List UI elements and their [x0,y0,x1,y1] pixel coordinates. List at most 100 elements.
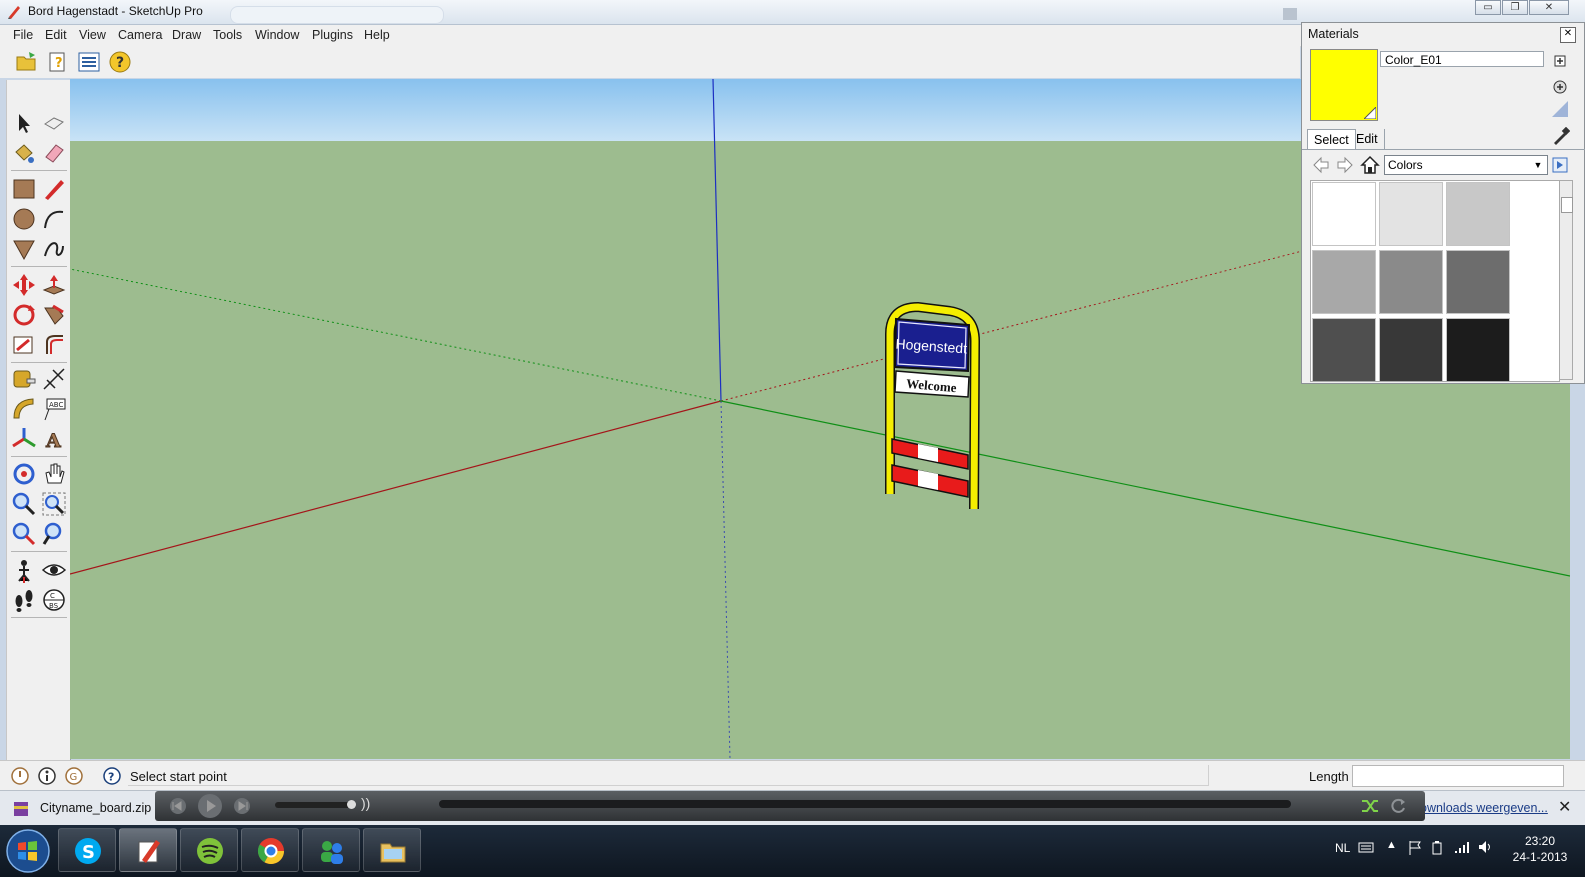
color-swatch[interactable] [1379,250,1443,314]
sample-paint-icon[interactable] [1552,127,1570,145]
pan-hand-icon[interactable] [41,461,67,487]
eraser-icon[interactable] [41,140,67,166]
model-info-icon[interactable]: ? [46,50,70,74]
volume-tray-icon[interactable] [1478,840,1494,854]
material-name-field[interactable]: Color_E01 [1380,51,1544,67]
credits-icon[interactable] [37,766,57,786]
rectangle-icon[interactable] [11,176,37,202]
axes-icon[interactable] [11,426,37,452]
menu-view[interactable]: View [79,28,106,42]
zoom-window-icon[interactable] [41,491,67,517]
materials-close-button[interactable]: ✕ [1560,27,1576,43]
open-folder-icon[interactable] [15,50,39,74]
show-hidden-icons-icon[interactable]: ▲ [1386,839,1397,851]
previous-track-icon[interactable] [167,797,189,815]
color-swatch[interactable] [1312,182,1376,246]
text-label-icon[interactable]: ABC [41,396,67,422]
default-material-icon[interactable] [1552,101,1568,117]
menu-camera[interactable]: Camera [118,28,162,42]
menu-file[interactable]: File [13,28,33,42]
color-swatch[interactable] [1446,182,1510,246]
menu-plugins[interactable]: Plugins [312,28,353,42]
circle-icon[interactable] [11,206,37,232]
add-to-model-icon[interactable] [1552,79,1568,95]
geo-location-icon[interactable] [10,766,30,786]
look-around-eye-icon[interactable] [41,557,67,583]
menu-draw[interactable]: Draw [172,28,201,42]
color-swatch[interactable] [1379,318,1443,381]
push-pull-icon[interactable] [41,272,67,298]
tape-measure-icon[interactable] [11,366,37,392]
power-tray-icon[interactable] [1430,840,1444,856]
scrollbar-thumb[interactable] [1561,197,1573,213]
next-track-icon[interactable] [231,797,253,815]
play-icon[interactable] [197,793,223,819]
color-swatch[interactable] [1379,182,1443,246]
menu-tools[interactable]: Tools [213,28,242,42]
download-file-name[interactable]: Cityname_board.zip [40,801,151,815]
zoom-extents-icon[interactable] [11,521,37,547]
keyboard-tray-icon[interactable] [1358,840,1374,854]
library-select[interactable]: Colors ▼ [1384,155,1548,175]
freehand-icon[interactable] [41,236,67,262]
volume-slider-knob[interactable] [347,800,356,809]
instructor-help-icon[interactable]: ? [102,766,122,786]
home-icon[interactable] [1360,155,1380,175]
minimize-button[interactable]: ▭ [1475,0,1501,15]
menu-window[interactable]: Window [255,28,299,42]
network-tray-icon[interactable] [1454,840,1470,854]
polygon-icon[interactable] [11,236,37,262]
taskbar-spotify[interactable] [180,828,238,872]
action-center-flag-icon[interactable] [1408,840,1422,856]
menu-edit[interactable]: Edit [45,28,67,42]
help-icon[interactable]: ? [108,50,132,74]
select-arrow-icon[interactable] [11,110,37,136]
system-clock[interactable]: 23:20 24-1-2013 [1510,833,1570,865]
close-download-bar-icon[interactable]: ✕ [1558,797,1571,817]
previous-view-icon[interactable] [41,521,67,547]
paint-bucket-icon[interactable] [11,140,37,166]
arc-icon[interactable] [41,206,67,232]
restore-button[interactable]: ❐ [1502,0,1528,15]
color-swatch[interactable] [1446,318,1510,381]
track-progress-bar[interactable] [439,800,1291,808]
tab-select[interactable]: Select [1307,129,1356,150]
swatch-scrollbar[interactable] [1559,180,1573,380]
details-arrow-icon[interactable] [1552,157,1568,173]
rotate-icon[interactable] [11,302,37,328]
volume-slider[interactable] [275,800,356,809]
color-swatch[interactable] [1312,318,1376,381]
create-material-icon[interactable] [1552,53,1568,69]
orbit-icon[interactable] [11,461,37,487]
follow-me-icon[interactable] [41,302,67,328]
volume-icon[interactable]: )) [361,795,370,811]
sign-in-icon[interactable]: G [64,766,84,786]
protractor-icon[interactable] [11,396,37,422]
forward-arrow-icon[interactable] [1336,156,1354,174]
line-pencil-icon[interactable] [41,176,67,202]
taskbar-network-users[interactable] [302,828,360,872]
current-material-swatch[interactable] [1310,49,1378,121]
shuffle-icon[interactable] [1361,797,1381,815]
offset-icon[interactable] [41,332,67,358]
start-orb-icon[interactable] [4,827,52,875]
menu-help[interactable]: Help [364,28,390,42]
taskbar-explorer[interactable] [363,828,421,872]
taskbar-skype[interactable]: S [58,828,116,872]
measurements-input[interactable] [1352,765,1564,787]
section-plane-icon[interactable]: C BS [41,587,67,613]
outliner-list-icon[interactable] [77,50,101,74]
make-component-icon[interactable] [41,110,67,136]
3d-text-icon[interactable]: A [41,426,67,453]
zoom-icon[interactable] [11,491,37,517]
scale-icon[interactable] [11,332,37,358]
taskbar-sketchup[interactable] [119,828,177,872]
close-button[interactable]: ✕ [1529,0,1569,15]
dimension-icon[interactable] [41,366,67,392]
taskbar-chrome[interactable] [241,828,299,872]
tab-edit[interactable]: Edit [1350,129,1385,149]
repeat-icon[interactable] [1389,796,1407,814]
color-swatch[interactable] [1312,250,1376,314]
color-swatch[interactable] [1446,250,1510,314]
walk-footprints-icon[interactable] [11,587,37,613]
